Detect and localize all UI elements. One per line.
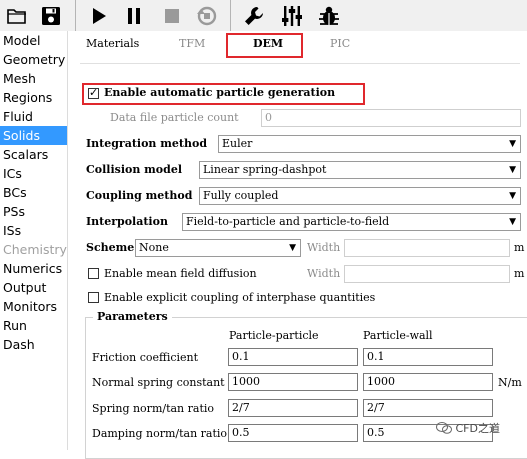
collision-model-select[interactable]: Linear spring-dashpot ▼ — [199, 161, 521, 179]
spring-ratio-pp-field[interactable]: 2/7 — [228, 399, 358, 417]
damping-ratio-label: Damping norm/tan ratio — [92, 427, 228, 440]
spring-ratio-label: Spring norm/tan ratio — [92, 402, 215, 415]
data-file-count-label: Data file particle count — [110, 111, 239, 124]
solids-panel: Materials TFM DEM PIC Enable automatic p… — [68, 31, 527, 459]
sidebar-item-pss[interactable]: PSs — [0, 202, 67, 221]
sliders-icon[interactable] — [278, 2, 305, 29]
save-icon[interactable] — [37, 2, 64, 29]
sidebar-item-iss[interactable]: ISs — [0, 221, 67, 240]
spring-constant-pw-field[interactable]: 1000 — [363, 373, 493, 391]
collision-model-label: Collision model — [86, 163, 183, 176]
sidebar-item-numerics[interactable]: Numerics — [0, 259, 67, 278]
particle-wall-header: Particle-wall — [363, 329, 433, 342]
dropdown-arrow-icon: ▼ — [509, 139, 516, 149]
sidebar-item-regions[interactable]: Regions — [0, 88, 67, 107]
scheme-width-unit: m — [514, 241, 525, 254]
coupling-method-value: Fully coupled — [203, 189, 279, 202]
tab-divider — [80, 63, 520, 64]
damping-ratio-pp-field[interactable]: 0.5 — [228, 424, 358, 442]
mean-field-diffusion-label: Enable mean field diffusion — [104, 267, 257, 280]
sidebar-item-chemistry[interactable]: Chemistry — [0, 240, 67, 259]
wrench-icon[interactable] — [240, 2, 267, 29]
explicit-coupling-label: Enable explicit coupling of interphase q… — [104, 291, 376, 304]
tab-materials[interactable]: Materials — [86, 37, 139, 50]
dropdown-arrow-icon: ▼ — [509, 191, 516, 201]
enable-auto-gen-checkbox[interactable] — [88, 86, 99, 99]
coupling-method-select[interactable]: Fully coupled ▼ — [199, 187, 521, 205]
sidebar-item-bcs[interactable]: BCs — [0, 183, 67, 202]
sidebar-item-geometry[interactable]: Geometry — [0, 50, 67, 69]
reset-icon[interactable] — [193, 2, 220, 29]
open-folder-icon[interactable] — [3, 2, 30, 29]
interpolation-value: Field-to-particle and particle-to-field — [186, 215, 390, 228]
sidebar-nav: Model Geometry Mesh Regions Fluid Solids… — [0, 31, 68, 450]
sidebar-item-run[interactable]: Run — [0, 316, 67, 335]
scheme-label: Scheme — [86, 241, 135, 254]
integration-method-select[interactable]: Euler ▼ — [218, 135, 521, 153]
data-file-count-field[interactable]: 0 — [261, 109, 521, 127]
friction-pp-field[interactable]: 0.1 — [228, 348, 358, 366]
coupling-method-label: Coupling method — [86, 189, 193, 202]
integration-method-value: Euler — [222, 137, 253, 150]
sidebar-item-solids[interactable]: Solids — [0, 126, 67, 145]
dropdown-arrow-icon: ▼ — [509, 165, 516, 175]
sidebar-item-fluid[interactable]: Fluid — [0, 107, 67, 126]
collision-model-value: Linear spring-dashpot — [203, 163, 327, 176]
integration-method-label: Integration method — [86, 137, 208, 150]
explicit-coupling-checkbox[interactable] — [88, 292, 99, 303]
interpolation-label: Interpolation — [86, 215, 168, 228]
friction-coefficient-label: Friction coefficient — [92, 351, 199, 364]
mean-field-diffusion-checkbox[interactable] — [88, 268, 99, 279]
enable-auto-gen-label: Enable automatic particle generation — [104, 86, 336, 99]
diffusion-width-label: Width — [307, 267, 341, 280]
tab-tfm[interactable]: TFM — [179, 37, 205, 50]
bug-icon[interactable] — [315, 2, 342, 29]
sidebar-item-dash[interactable]: Dash — [0, 335, 67, 354]
dropdown-arrow-icon: ▼ — [509, 217, 516, 227]
diffusion-width-field[interactable] — [344, 265, 510, 283]
interpolation-select[interactable]: Field-to-particle and particle-to-field ▼ — [182, 213, 521, 231]
watermark: CFD之道 — [436, 420, 500, 436]
toolbar-separator — [75, 0, 76, 31]
toolbar — [0, 0, 527, 32]
dropdown-arrow-icon: ▼ — [289, 243, 296, 253]
toolbar-separator — [230, 0, 231, 31]
sidebar-item-model[interactable]: Model — [0, 31, 67, 50]
normal-spring-constant-label: Normal spring constant — [92, 376, 225, 389]
watermark-text: CFD之道 — [455, 422, 500, 435]
scheme-value: None — [139, 241, 169, 254]
scheme-width-label: Width — [307, 241, 341, 254]
diffusion-width-unit: m — [514, 267, 525, 280]
spring-ratio-pw-field[interactable]: 2/7 — [363, 399, 493, 417]
sidebar-item-output[interactable]: Output — [0, 278, 67, 297]
parameters-title: Parameters — [93, 310, 172, 323]
play-icon[interactable] — [85, 2, 112, 29]
stop-icon[interactable] — [158, 2, 185, 29]
dem-tab-highlight — [226, 33, 303, 58]
wechat-icon — [436, 422, 452, 434]
spring-constant-unit: N/m — [498, 376, 522, 389]
sidebar-item-mesh[interactable]: Mesh — [0, 69, 67, 88]
particle-particle-header: Particle-particle — [229, 329, 319, 342]
sidebar-item-scalars[interactable]: Scalars — [0, 145, 67, 164]
sidebar-item-ics[interactable]: ICs — [0, 164, 67, 183]
tab-pic[interactable]: PIC — [330, 37, 350, 50]
sidebar-item-monitors[interactable]: Monitors — [0, 297, 67, 316]
pause-icon[interactable] — [120, 2, 147, 29]
scheme-width-field[interactable] — [344, 239, 510, 257]
scheme-select[interactable]: None ▼ — [135, 239, 301, 257]
spring-constant-pp-field[interactable]: 1000 — [228, 373, 358, 391]
friction-pw-field[interactable]: 0.1 — [363, 348, 493, 366]
